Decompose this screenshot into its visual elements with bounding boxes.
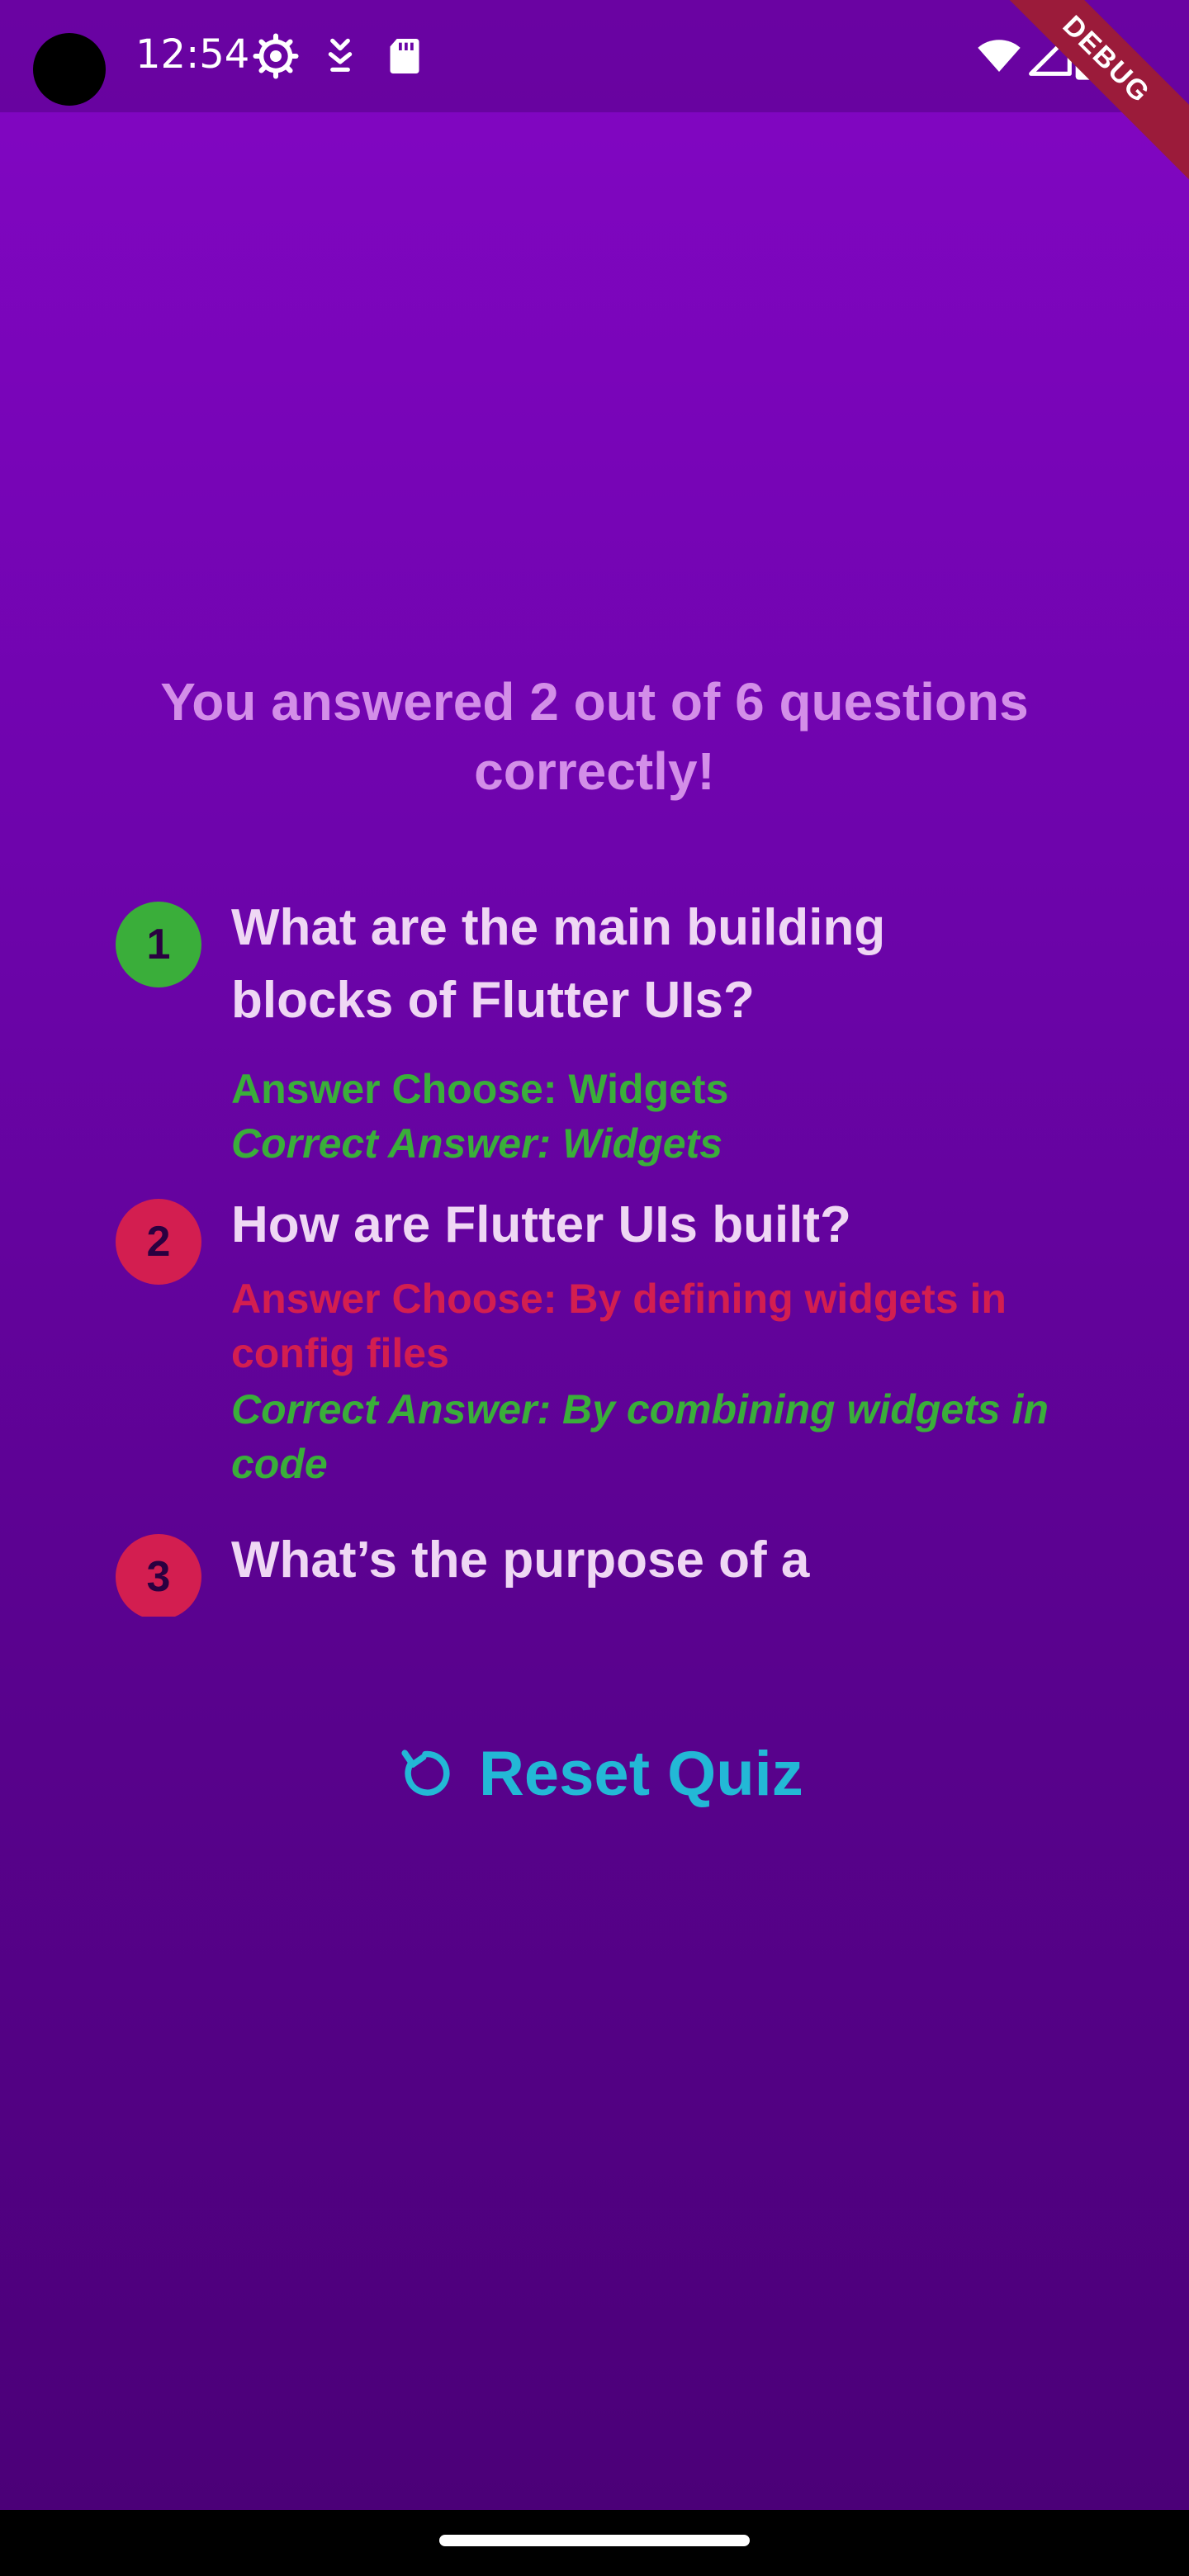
- download-icon: [328, 38, 353, 72]
- sd-card-icon: [390, 39, 419, 73]
- settings-icon: [253, 33, 299, 79]
- question-number-badge: 1: [116, 902, 201, 987]
- wifi-icon: [978, 40, 1021, 72]
- correct-answer: Correct Answer: By combining widgets in …: [231, 1386, 1049, 1487]
- question-text: What are the main building blocks of Flu…: [231, 899, 886, 1029]
- camera-cutout: [33, 33, 106, 106]
- navigation-bar: [0, 2510, 1189, 2576]
- summary-title: You answered 2 out of 6 questions correc…: [160, 672, 1029, 801]
- question-text: What’s the purpose of a: [231, 1532, 810, 1589]
- home-gesture-handle[interactable]: [439, 2535, 750, 2546]
- reset-quiz-button[interactable]: Reset Quiz: [396, 1732, 809, 1815]
- chosen-answer: Answer Choose: By defining widgets in co…: [231, 1276, 1007, 1376]
- question-text: How are Flutter UIs built?: [231, 1196, 851, 1253]
- results-list[interactable]: 1 What are the main building blocks of F…: [114, 883, 1072, 1617]
- question-number-badge: 3: [116, 1534, 201, 1617]
- chosen-answer: Answer Choose: Widgets: [231, 1066, 729, 1112]
- refresh-icon: [401, 1750, 450, 1796]
- correct-answer: Correct Answer: Widgets: [231, 1120, 723, 1167]
- question-number-badge: 2: [116, 1199, 201, 1285]
- status-bar: 12:54 DEBUG: [0, 0, 1189, 207]
- status-time: 12:54: [135, 31, 250, 78]
- reset-quiz-label: Reset Quiz: [479, 1738, 803, 1809]
